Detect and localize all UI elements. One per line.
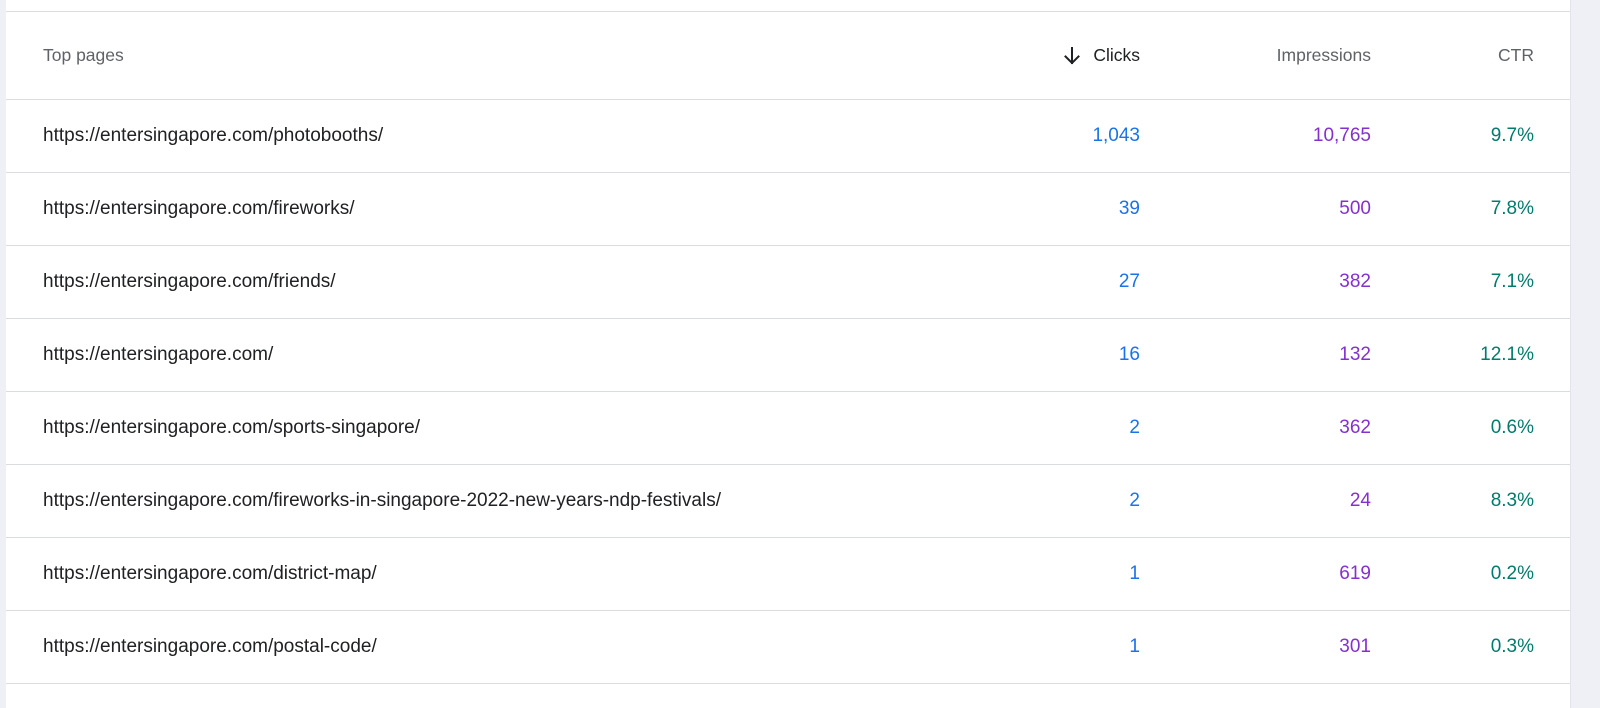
- impressions-value: 500: [1339, 198, 1371, 219]
- impressions-value: 10,765: [1312, 125, 1371, 146]
- ctr-value: 7.1%: [1490, 271, 1534, 292]
- sort-by-clicks-button[interactable]: Clicks: [1061, 45, 1140, 67]
- header-ctr[interactable]: CTR: [1384, 12, 1534, 99]
- clicks-value: 39: [1118, 198, 1140, 219]
- ctr-value: 0.2%: [1490, 563, 1534, 584]
- top-pages-card: Top pages Clicks Impressions CTR https:/…: [6, 0, 1571, 708]
- impressions-value: 362: [1339, 417, 1371, 438]
- table-row[interactable]: https://entersingapore.com/photobooths/ …: [6, 100, 1570, 173]
- page-url: https://entersingapore.com/: [43, 344, 274, 365]
- sort-by-impressions-button[interactable]: Impressions: [1277, 45, 1371, 66]
- impressions-value: 301: [1339, 636, 1371, 657]
- header-top-pages: Top pages: [43, 12, 870, 99]
- ctr-value: 0.6%: [1490, 417, 1534, 438]
- table-row[interactable]: https://entersingapore.com/fireworks/ 39…: [6, 173, 1570, 246]
- arrow-down-icon: [1061, 45, 1083, 67]
- table-row[interactable]: https://entersingapore.com/friends/ 27 3…: [6, 246, 1570, 319]
- header-clicks[interactable]: Clicks: [940, 12, 1140, 99]
- clicks-value: 2: [1129, 417, 1140, 438]
- clicks-value: 1: [1129, 636, 1140, 657]
- page-url: https://entersingapore.com/postal-code/: [43, 636, 377, 657]
- page-url: https://entersingapore.com/fireworks-in-…: [43, 490, 721, 511]
- impressions-value: 132: [1339, 344, 1371, 365]
- ctr-value: 8.3%: [1490, 490, 1534, 511]
- impressions-value: 382: [1339, 271, 1371, 292]
- table-header-row: Top pages Clicks Impressions CTR: [6, 12, 1570, 100]
- sort-by-ctr-button[interactable]: CTR: [1498, 45, 1534, 66]
- top-pages-table: Top pages Clicks Impressions CTR https:/…: [6, 12, 1570, 684]
- header-impressions[interactable]: Impressions: [1171, 12, 1371, 99]
- ctr-value: 12.1%: [1480, 344, 1534, 365]
- page-url: https://entersingapore.com/fireworks/: [43, 198, 355, 219]
- page-url: https://entersingapore.com/sports-singap…: [43, 417, 421, 438]
- header-clicks-label: Clicks: [1093, 45, 1140, 65]
- page-url: https://entersingapore.com/photobooths/: [43, 125, 384, 146]
- table-row[interactable]: https://entersingapore.com/district-map/…: [6, 538, 1570, 611]
- ctr-value: 0.3%: [1490, 636, 1534, 657]
- table-row[interactable]: https://entersingapore.com/fireworks-in-…: [6, 465, 1570, 538]
- table-row[interactable]: https://entersingapore.com/postal-code/ …: [6, 611, 1570, 684]
- ctr-value: 9.7%: [1490, 125, 1534, 146]
- header-top-pages-label: Top pages: [43, 45, 124, 65]
- clicks-value: 1,043: [1092, 125, 1140, 146]
- ctr-value: 7.8%: [1490, 198, 1534, 219]
- clicks-value: 2: [1129, 490, 1140, 511]
- clicks-value: 16: [1118, 344, 1140, 365]
- page-url: https://entersingapore.com/friends/: [43, 271, 336, 292]
- impressions-value: 24: [1349, 490, 1371, 511]
- table-row[interactable]: https://entersingapore.com/ 16 132 12.1%: [6, 319, 1570, 392]
- clicks-value: 1: [1129, 563, 1140, 584]
- clicks-value: 27: [1118, 271, 1140, 292]
- impressions-value: 619: [1339, 563, 1371, 584]
- table-row[interactable]: https://entersingapore.com/sports-singap…: [6, 392, 1570, 465]
- page-url: https://entersingapore.com/district-map/: [43, 563, 377, 584]
